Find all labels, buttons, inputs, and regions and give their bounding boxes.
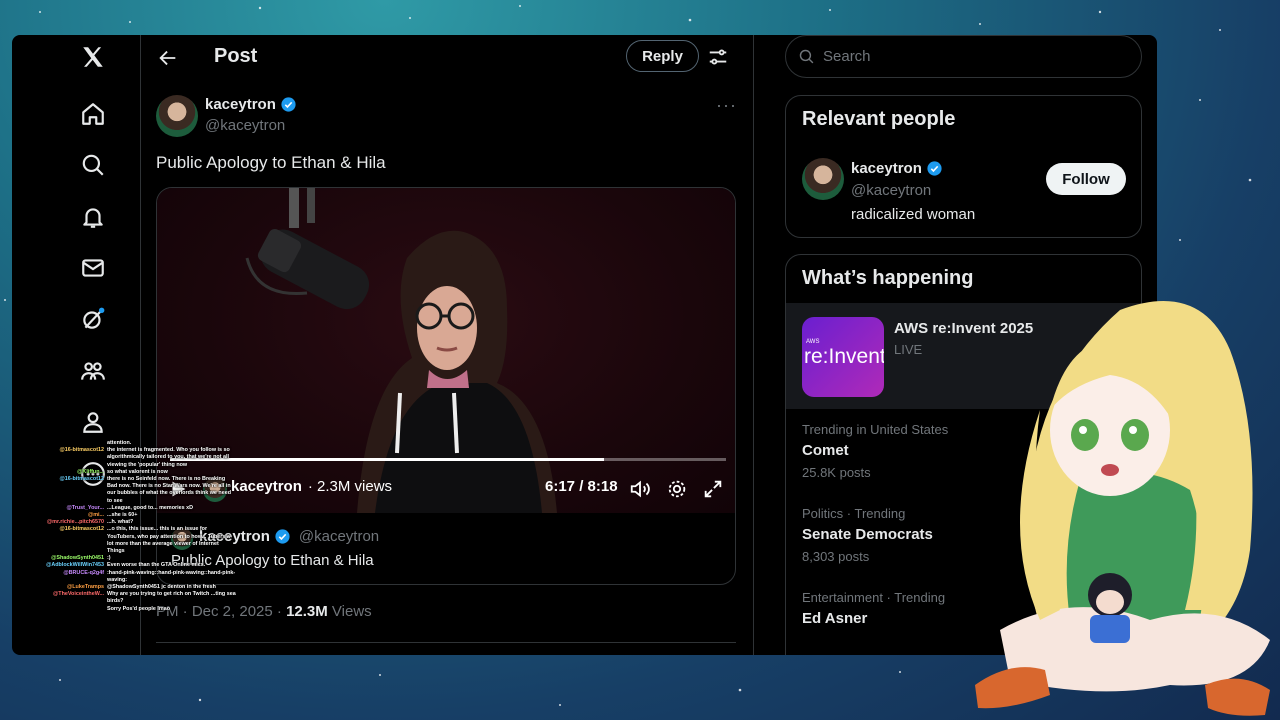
profile-icon[interactable] bbox=[79, 408, 107, 436]
search-icon bbox=[799, 49, 814, 64]
chat-message: @16-bitmascot12 ...o this, this issue... … bbox=[36, 526, 236, 555]
chat-text: Even worse than the GTA Online mics. bbox=[107, 562, 206, 569]
verified-badge-icon bbox=[927, 161, 942, 176]
chat-text: Sorry Pos'd people lmao bbox=[107, 605, 170, 612]
video-card[interactable]: kaceytron · 2.3M views 6:17 / 8:18 kacey… bbox=[156, 187, 736, 585]
chat-text: Why are you trying to get rich on Twitch… bbox=[107, 591, 236, 605]
relevant-name-text: kaceytron bbox=[851, 160, 922, 177]
sliders-icon[interactable] bbox=[707, 46, 729, 68]
author-handle[interactable]: @kaceytron bbox=[205, 117, 285, 134]
communities-icon[interactable] bbox=[79, 357, 107, 385]
trend-label: Entertainment · Trending bbox=[802, 590, 946, 605]
chat-message: @Kliffun... so what valorent is now bbox=[36, 469, 236, 476]
relevant-handle[interactable]: @kaceytron bbox=[851, 182, 931, 199]
chat-message: @Trust_Your... ...League, good to... memo… bbox=[36, 505, 236, 512]
more-options-icon[interactable]: ··· bbox=[716, 95, 737, 116]
chat-message: @AdblockWillWin7453 Even worse than the G… bbox=[36, 562, 236, 569]
chat-username: @AdblockWillWin7453 bbox=[46, 562, 104, 569]
chat-text: so what valorent is now bbox=[107, 468, 168, 475]
relevant-bio: radicalized woman bbox=[851, 206, 976, 223]
chat-username: @BRUCE-q2g4f bbox=[63, 569, 104, 576]
trend-count: 25.8K posts bbox=[802, 465, 871, 480]
relevant-people-title: Relevant people bbox=[802, 108, 956, 130]
chat-message: @16-bitmascot12 there is no Seinfeld now.… bbox=[36, 476, 236, 505]
home-icon[interactable] bbox=[79, 100, 107, 128]
trend-name: Comet bbox=[802, 442, 849, 459]
chat-text: ...o this, this issue... this is an issu… bbox=[107, 526, 230, 555]
author-name-text: kaceytron bbox=[205, 96, 276, 113]
chat-message: Sorry Pos'd people lmao bbox=[36, 606, 236, 613]
notifications-bell-icon[interactable] bbox=[79, 203, 107, 231]
author-name[interactable]: kaceytron bbox=[205, 96, 297, 113]
trend-name: Senate Democrats bbox=[802, 526, 933, 543]
chat-username: @Kliffun... bbox=[77, 468, 104, 475]
chat-username: @16-bitmascot12 bbox=[59, 476, 104, 483]
tweet-views-label: Views bbox=[327, 603, 372, 620]
verified-badge-icon bbox=[281, 97, 296, 112]
grok-icon[interactable] bbox=[79, 305, 107, 333]
chat-username: @Trust_Your... bbox=[66, 504, 104, 511]
trend-count: 8,303 posts bbox=[802, 549, 870, 564]
search-placeholder: Search bbox=[823, 48, 871, 65]
reply-button[interactable]: Reply bbox=[626, 40, 699, 72]
relevant-people-panel: Relevant people kaceytron @kaceytron rad… bbox=[785, 95, 1142, 238]
search-icon[interactable] bbox=[79, 151, 107, 179]
volume-icon[interactable] bbox=[629, 478, 651, 500]
chat-text: :hand-pink-waving::hand-pink-waving::han… bbox=[107, 569, 236, 583]
trend-label: Politics · Trending bbox=[802, 506, 906, 521]
chat-message: @16-bitmascot12 the internet is fragmente… bbox=[36, 447, 236, 469]
video-views: · 2.3M views bbox=[307, 478, 393, 495]
relevant-avatar[interactable] bbox=[802, 158, 844, 200]
x-logo-icon[interactable] bbox=[79, 43, 107, 71]
verified-badge-icon bbox=[275, 529, 290, 544]
chat-text: the internet is fragmented. Who you foll… bbox=[107, 447, 230, 468]
chat-username: @TheVoiceintheW... bbox=[53, 591, 104, 598]
chat-text: ...League, good to... memories xD bbox=[107, 504, 193, 511]
tweet-divider bbox=[156, 642, 736, 643]
event-thumbnail: AWS re:Invent bbox=[802, 317, 884, 397]
fullscreen-icon[interactable] bbox=[702, 478, 724, 500]
whats-happening-title: What’s happening bbox=[802, 267, 974, 289]
chat-text: there is no Seinfeld now. There is no Br… bbox=[107, 476, 231, 504]
tweet-view-count: 12.3M bbox=[286, 603, 328, 620]
video-author-name: kaceytron bbox=[231, 478, 302, 495]
right-divider bbox=[753, 35, 754, 655]
follow-button[interactable]: Follow bbox=[1046, 163, 1126, 195]
vtuber-avatar-illustration bbox=[975, 301, 1270, 716]
back-arrow-icon[interactable] bbox=[157, 47, 179, 69]
video-time: 6:17 / 8:18 bbox=[545, 478, 618, 495]
chat-username bbox=[36, 606, 104, 613]
stream-chat-overlay: attention. @16-bitmascot12 the internet is… bbox=[36, 440, 236, 613]
event-status: LIVE bbox=[894, 342, 923, 357]
chat-username: @16-bitmascot12 bbox=[59, 526, 104, 533]
video-settings-gear-icon[interactable] bbox=[666, 478, 688, 500]
chat-message: @BRUCE-q2g4f:hand-pink-waving::hand-pink… bbox=[36, 570, 236, 584]
video-player[interactable]: kaceytron · 2.3M views 6:17 / 8:18 bbox=[157, 188, 735, 513]
video-author-overlay: kaceytron · 2.3M views bbox=[231, 478, 392, 495]
relevant-name[interactable]: kaceytron bbox=[851, 160, 943, 177]
messages-envelope-icon[interactable] bbox=[79, 254, 107, 282]
search-input[interactable]: Search bbox=[785, 35, 1142, 78]
video-progress-bar[interactable] bbox=[170, 458, 726, 461]
chat-username: @16-bitmascot12 bbox=[59, 447, 104, 454]
event-thumb-text: re:Invent bbox=[804, 345, 884, 368]
video-frame bbox=[245, 188, 557, 513]
author-avatar[interactable] bbox=[156, 95, 198, 137]
quote-author-handle: @kaceytron bbox=[298, 528, 380, 545]
tweet-text: Public Apology to Ethan & Hila bbox=[156, 153, 386, 172]
chat-message: @TheVoiceintheW... Why are you trying to … bbox=[36, 591, 236, 605]
page-title: Post bbox=[214, 45, 258, 67]
trend-label: Trending in United States bbox=[802, 422, 949, 437]
trend-name: Ed Asner bbox=[802, 610, 868, 627]
